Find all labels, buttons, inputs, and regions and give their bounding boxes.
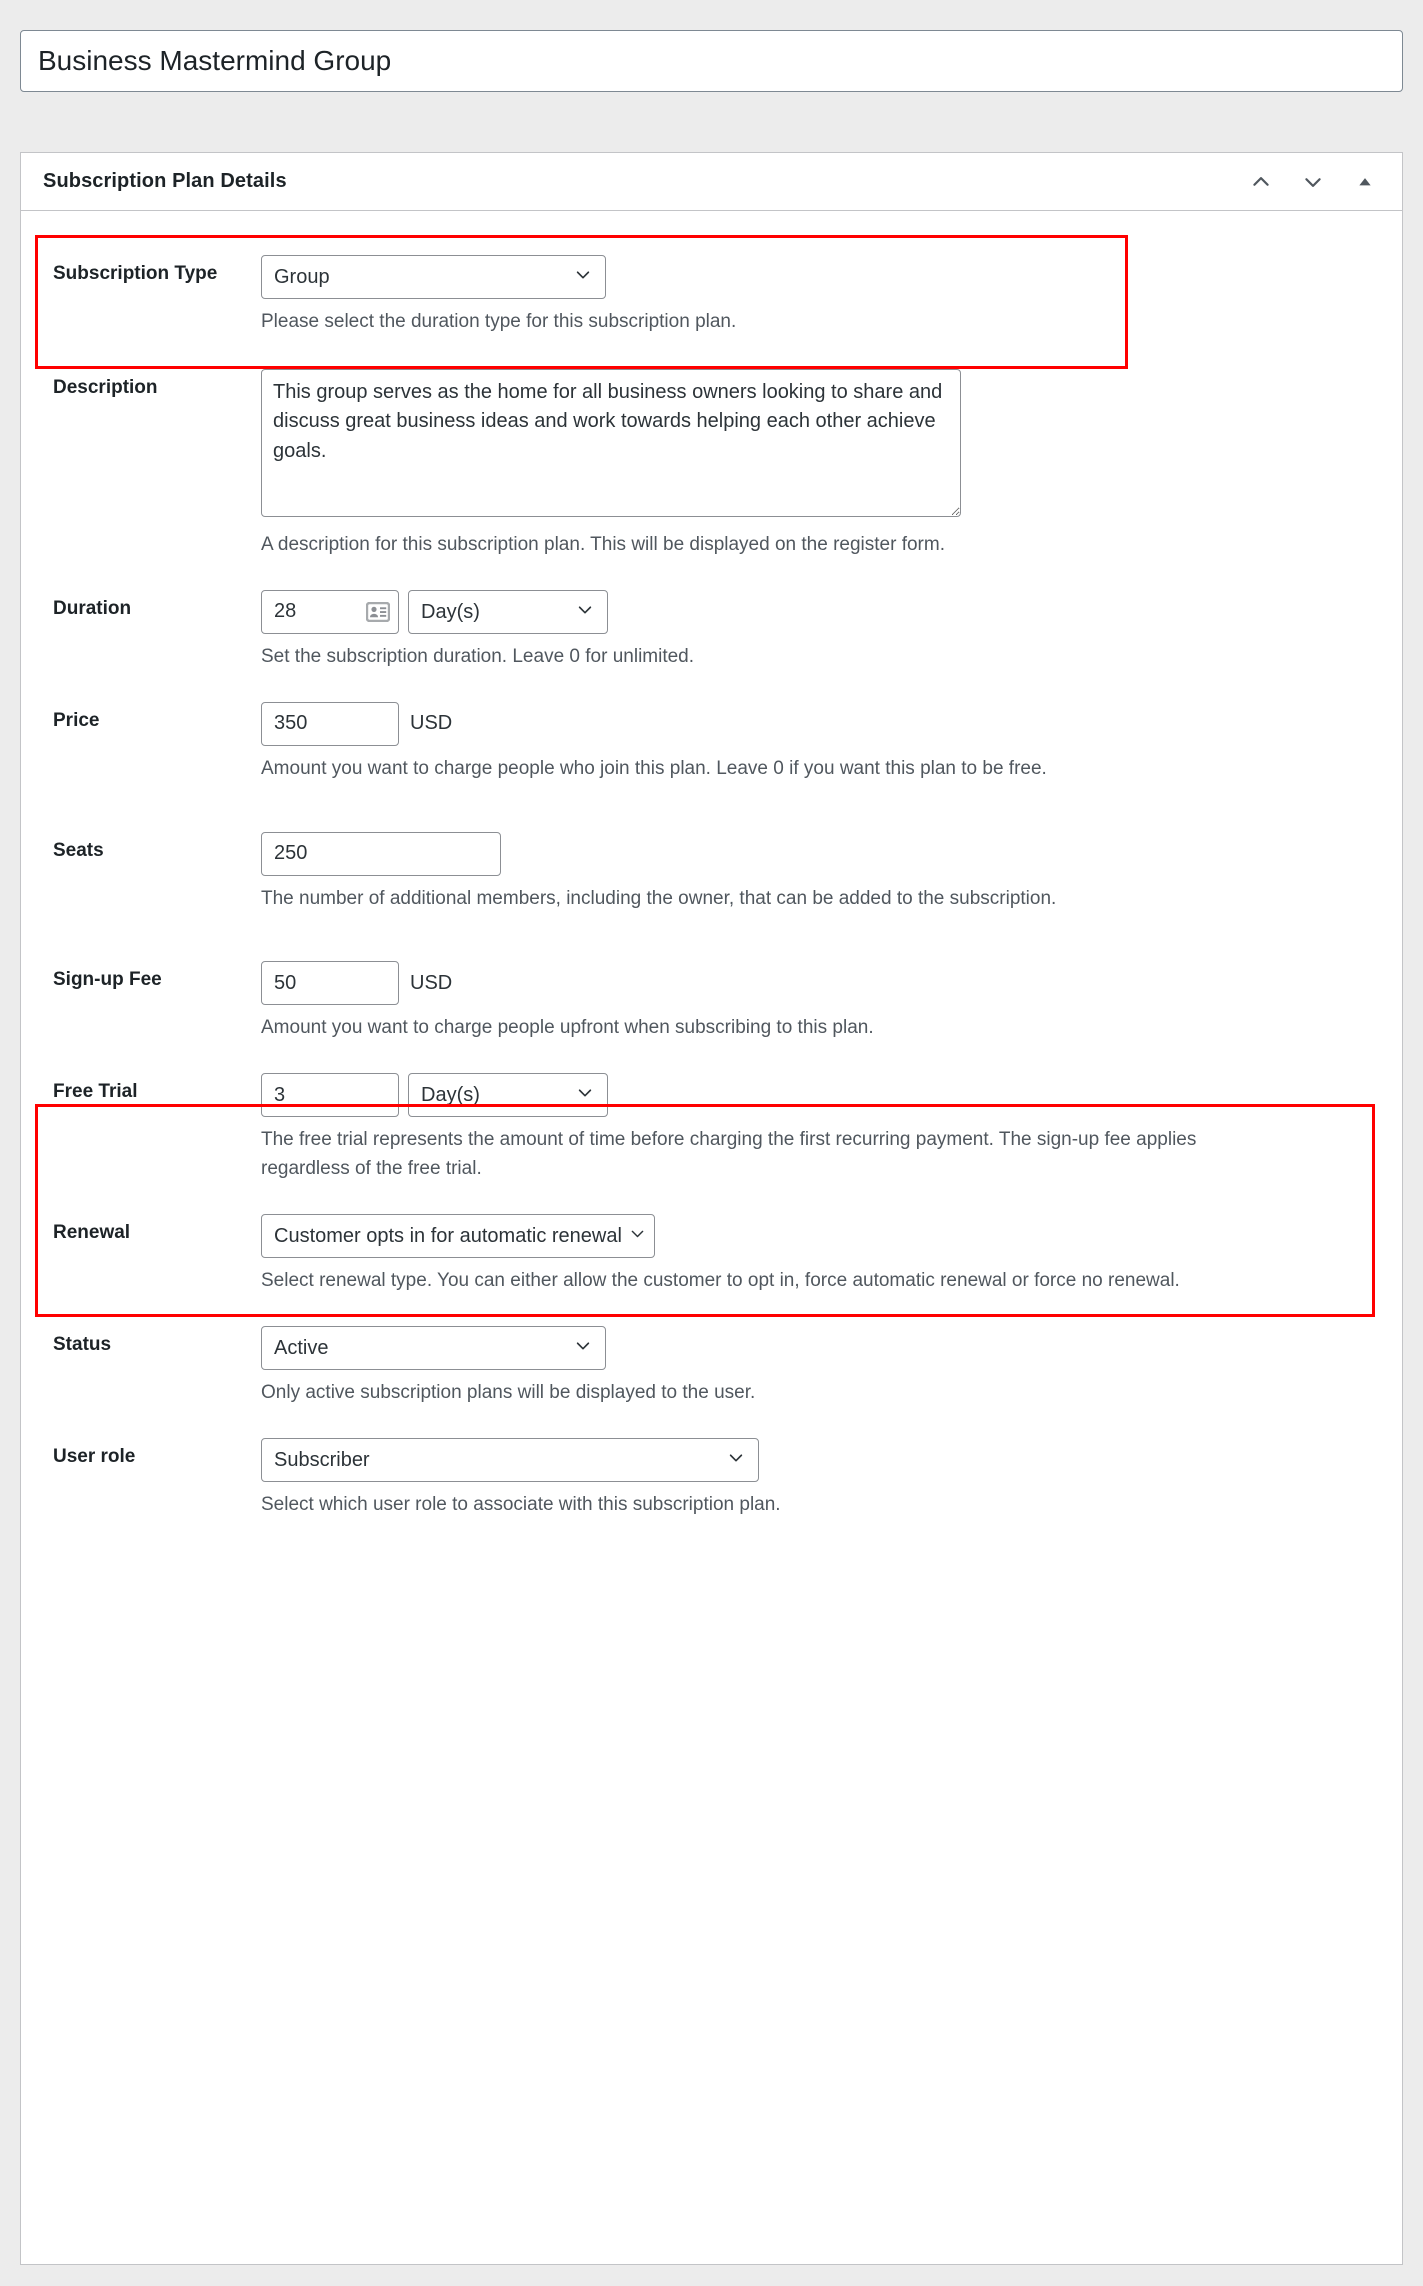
renewal-label: Renewal <box>53 1222 131 1243</box>
field-row-renewal: Renewal Customer opts in for automatic r… <box>21 1184 1402 1296</box>
renewal-select[interactable]: Customer opts in for automatic renewal <box>261 1214 655 1258</box>
free-trial-label: Free Trial <box>53 1081 138 1103</box>
duration-unit-select-wrapper: Day(s) <box>408 589 608 634</box>
field-row-free-trial: Free Trial Day(s) <box>21 1043 1402 1184</box>
seats-help: The number of additional members, includ… <box>261 887 1057 909</box>
field-row-signup-fee: Sign-up Fee USD Amount you want to charg… <box>21 913 1402 1043</box>
panel-toggle-button[interactable] <box>1352 169 1378 195</box>
duration-help: Set the subscription duration. Leave 0 f… <box>261 645 695 667</box>
description-label: Description <box>53 376 158 398</box>
price-input[interactable] <box>261 701 399 746</box>
field-row-seats: Seats The number of additional members, … <box>21 784 1402 914</box>
user-role-select-wrapper: Subscriber <box>261 1437 759 1482</box>
user-role-label: User role <box>53 1445 136 1467</box>
description-help: A description for this subscription plan… <box>261 533 945 555</box>
chevron-up-icon <box>1250 171 1272 193</box>
field-row-user-role: User role Subscriber Select which user r… <box>21 1408 1402 1520</box>
signup-fee-label: Sign-up Fee <box>53 969 162 991</box>
duration-unit-select[interactable]: Day(s) <box>408 589 608 634</box>
free-trial-help: The free trial represents the amount of … <box>261 1129 1197 1180</box>
status-select-wrapper: Active <box>261 1325 606 1370</box>
panel-body: Subscription Type Group Please select th… <box>21 211 1402 1520</box>
subscription-type-help: Please select the duration type for this… <box>261 311 737 332</box>
signup-fee-help: Amount you want to charge people upfront… <box>261 1017 874 1039</box>
free-trial-input[interactable] <box>261 1073 399 1118</box>
price-help: Amount you want to charge people who joi… <box>261 757 1047 779</box>
user-role-select[interactable]: Subscriber <box>261 1437 759 1482</box>
status-help: Only active subscription plans will be d… <box>261 1381 756 1403</box>
chevron-down-icon <box>1302 171 1324 193</box>
subscription-type-label: Subscription Type <box>53 263 218 284</box>
post-title-wrapper <box>20 30 1403 92</box>
field-row-subscription-type: Subscription Type Group Please select th… <box>21 233 1402 337</box>
subscription-type-select[interactable]: Group <box>261 255 606 299</box>
status-select[interactable]: Active <box>261 1325 606 1370</box>
contact-card-icon[interactable] <box>365 601 391 622</box>
move-down-button[interactable] <box>1300 169 1326 195</box>
duration-input-wrapper <box>261 589 399 634</box>
field-row-status: Status Active Only active subscription p… <box>21 1296 1402 1408</box>
signup-fee-input[interactable] <box>261 961 399 1006</box>
seats-label: Seats <box>53 839 104 861</box>
field-row-description: Description A description for this subsc… <box>21 337 1402 560</box>
post-title-input[interactable] <box>20 30 1403 92</box>
duration-label: Duration <box>53 597 132 619</box>
free-trial-unit-select-wrapper: Day(s) <box>408 1073 608 1118</box>
signup-fee-currency-label: USD <box>410 971 453 994</box>
price-currency-label: USD <box>410 712 453 735</box>
move-up-button[interactable] <box>1248 169 1274 195</box>
subscription-type-select-wrapper: Group <box>261 255 606 299</box>
price-label: Price <box>53 709 100 731</box>
user-role-help: Select which user role to associate with… <box>261 1493 781 1515</box>
seats-input[interactable] <box>261 831 501 876</box>
renewal-help: Select renewal type. You can either allo… <box>261 1270 1180 1291</box>
subscription-plan-details-panel: Subscription Plan Details Subscription T… <box>20 152 1403 2265</box>
field-row-duration: Duration 28 Day(s) Set the subscription … <box>21 560 1402 672</box>
renewal-select-wrapper: Customer opts in for automatic renewal <box>261 1214 655 1258</box>
description-textarea[interactable] <box>261 368 961 517</box>
field-row-price: Price USD Amount you want to charge peop… <box>21 672 1402 784</box>
panel-header: Subscription Plan Details <box>21 153 1402 211</box>
free-trial-unit-select[interactable]: Day(s) <box>408 1073 608 1118</box>
panel-title: Subscription Plan Details <box>43 170 287 192</box>
panel-header-actions <box>1248 169 1388 195</box>
status-label: Status <box>53 1333 112 1355</box>
triangle-up-icon <box>1356 173 1374 191</box>
